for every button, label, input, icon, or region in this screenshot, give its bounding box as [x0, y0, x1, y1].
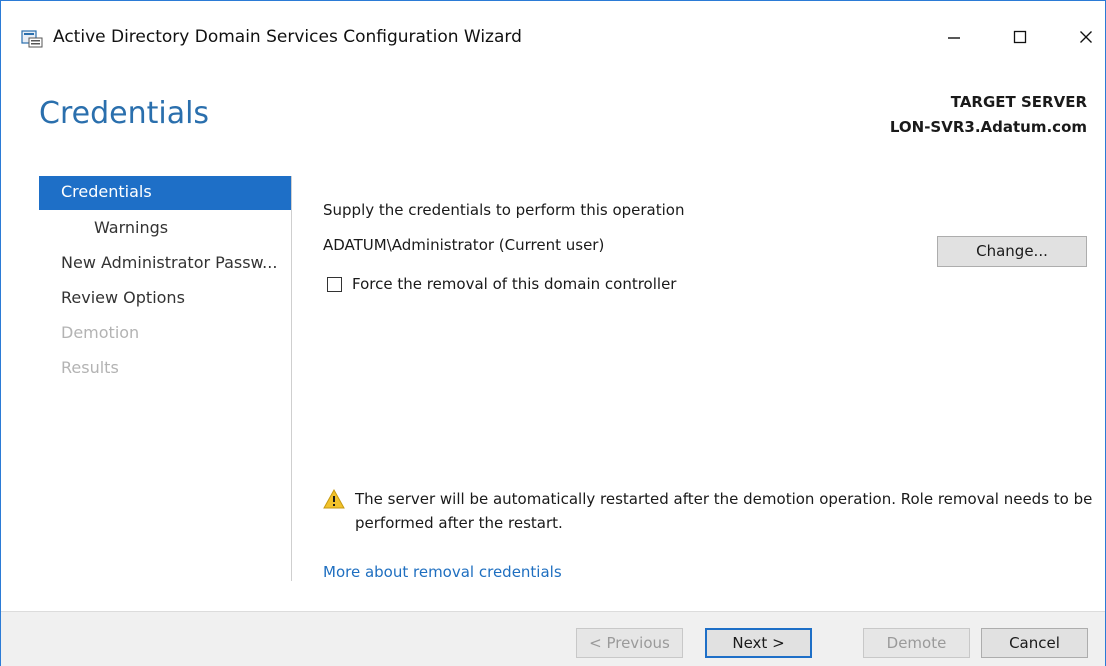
nav-item-review-options[interactable]: Review Options: [39, 280, 291, 315]
supply-credentials-text: Supply the credentials to perform this o…: [323, 201, 685, 219]
restart-warning: The server will be automatically restart…: [323, 487, 1093, 535]
window-title: Active Directory Domain Services Configu…: [53, 27, 522, 47]
change-credentials-button[interactable]: Change...: [937, 236, 1087, 267]
wizard-window: Active Directory Domain Services Configu…: [0, 0, 1106, 666]
wizard-nav: Credentials Warnings New Administrator P…: [39, 176, 291, 385]
nav-item-results: Results: [61, 358, 119, 377]
close-icon: [1080, 31, 1092, 43]
wizard-footer: < Previous Next > Demote Cancel: [1, 611, 1105, 666]
warning-text: The server will be automatically restart…: [355, 490, 1093, 532]
maximize-button[interactable]: [997, 15, 1043, 59]
nav-item-credentials[interactable]: Credentials: [39, 176, 291, 210]
demote-button[interactable]: Demote: [863, 628, 970, 658]
nav-divider: [291, 176, 292, 581]
target-server-name: LON-SVR3.Adatum.com: [889, 118, 1087, 136]
more-about-removal-credentials-link[interactable]: More about removal credentials: [323, 563, 562, 581]
cancel-button[interactable]: Cancel: [981, 628, 1088, 658]
force-removal-checkbox[interactable]: [327, 276, 342, 292]
close-button[interactable]: [1063, 15, 1106, 59]
force-removal-label: Force the removal of this domain control…: [352, 275, 677, 293]
title-bar[interactable]: Active Directory Domain Services Configu…: [1, 1, 1105, 69]
nav-item-new-admin-password[interactable]: New Administrator Passw...: [39, 245, 291, 280]
force-removal-option[interactable]: Force the removal of this domain control…: [327, 275, 676, 293]
minimize-icon: [948, 37, 960, 39]
target-server-label: TARGET SERVER: [950, 93, 1087, 111]
page-title: Credentials: [39, 96, 210, 131]
minimize-button[interactable]: [931, 15, 977, 59]
nav-item-demotion: Demotion: [61, 323, 140, 342]
next-button[interactable]: Next >: [705, 628, 812, 658]
server-wizard-icon: [21, 30, 43, 48]
warning-icon: [323, 488, 345, 509]
maximize-icon: [1013, 30, 1027, 44]
nav-item-warnings[interactable]: Warnings: [39, 210, 291, 245]
previous-button[interactable]: < Previous: [576, 628, 683, 658]
current-user-text: ADATUM\Administrator (Current user): [323, 236, 605, 254]
